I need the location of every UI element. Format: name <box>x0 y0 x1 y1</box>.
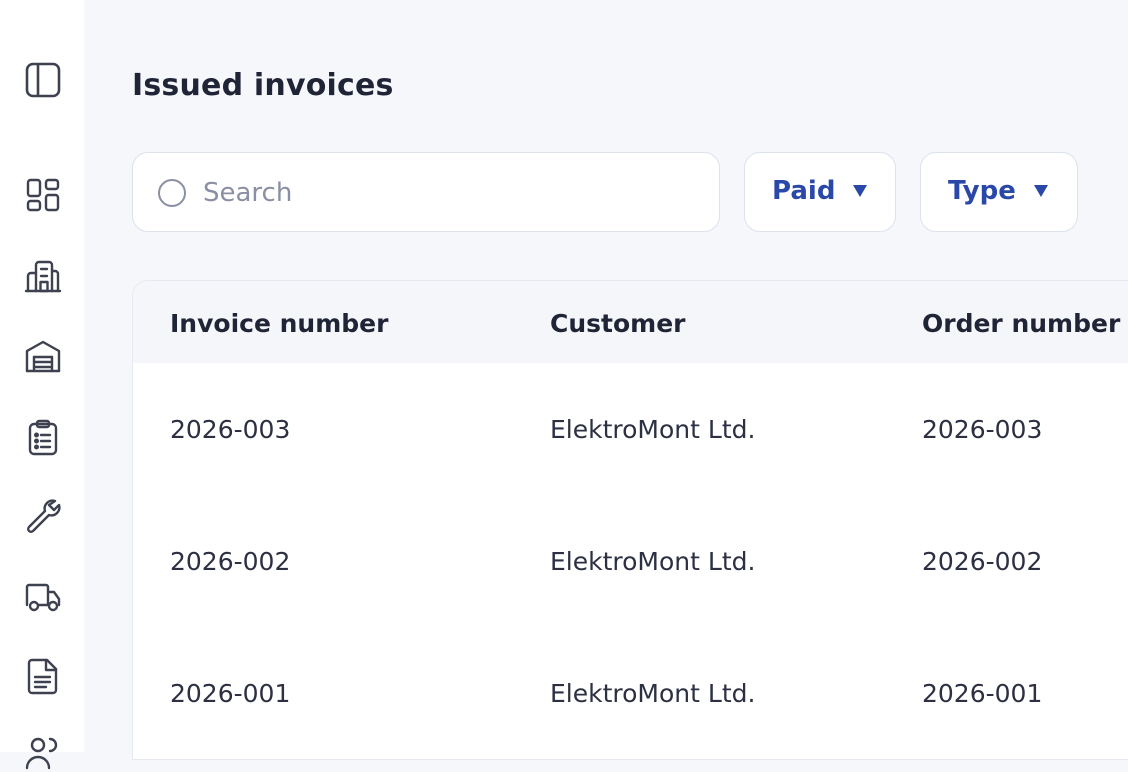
invoice-number-cell: 2026-002 <box>170 547 291 576</box>
customer-cell: ElektroMont Ltd. <box>550 547 756 576</box>
search-icon <box>158 179 186 207</box>
table-row[interactable]: 2026-001 ElektroMont Ltd. 2026-001 <box>133 627 1128 759</box>
type-filter-label: Type <box>948 176 1016 206</box>
search-box[interactable] <box>132 152 720 232</box>
order-number-cell: 2026-003 <box>922 415 1043 444</box>
customer-cell: ElektroMont Ltd. <box>550 679 756 708</box>
users-icon[interactable] <box>24 734 62 772</box>
sidebar <box>0 0 84 770</box>
invoice-number-cell: 2026-001 <box>170 679 291 708</box>
type-filter-dropdown[interactable]: Type <box>920 152 1078 232</box>
invoice-number-cell: 2026-003 <box>170 415 291 444</box>
paid-filter-label: Paid <box>772 176 836 206</box>
table-header: Invoice number Customer Order number <box>133 281 1128 363</box>
invoices-table: Invoice number Customer Order number 202… <box>132 280 1128 760</box>
truck-icon[interactable] <box>24 578 62 616</box>
column-header-customer[interactable]: Customer <box>550 309 686 338</box>
building-icon[interactable] <box>24 257 62 295</box>
customer-cell: ElektroMont Ltd. <box>550 415 756 444</box>
wrench-icon[interactable] <box>24 497 62 535</box>
table-row[interactable]: 2026-002 ElektroMont Ltd. 2026-002 <box>133 495 1128 627</box>
clipboard-list-icon[interactable] <box>24 418 62 456</box>
caret-down-icon <box>853 185 867 197</box>
order-number-cell: 2026-001 <box>922 679 1043 708</box>
page-title: Issued invoices <box>132 68 394 103</box>
sidebar-toggle-icon[interactable] <box>24 61 62 99</box>
dashboard-icon[interactable] <box>24 176 62 214</box>
paid-filter-dropdown[interactable]: Paid <box>744 152 896 232</box>
document-icon[interactable] <box>24 657 62 695</box>
column-header-order-number[interactable]: Order number <box>922 309 1120 338</box>
main-content: Issued invoices Paid Type Invoice number… <box>84 0 1128 760</box>
caret-down-icon <box>1034 185 1048 197</box>
table-row[interactable]: 2026-003 ElektroMont Ltd. 2026-003 <box>133 363 1128 495</box>
warehouse-icon[interactable] <box>24 337 62 375</box>
order-number-cell: 2026-002 <box>922 547 1043 576</box>
search-input[interactable] <box>203 173 683 213</box>
column-header-invoice-number[interactable]: Invoice number <box>170 309 388 338</box>
